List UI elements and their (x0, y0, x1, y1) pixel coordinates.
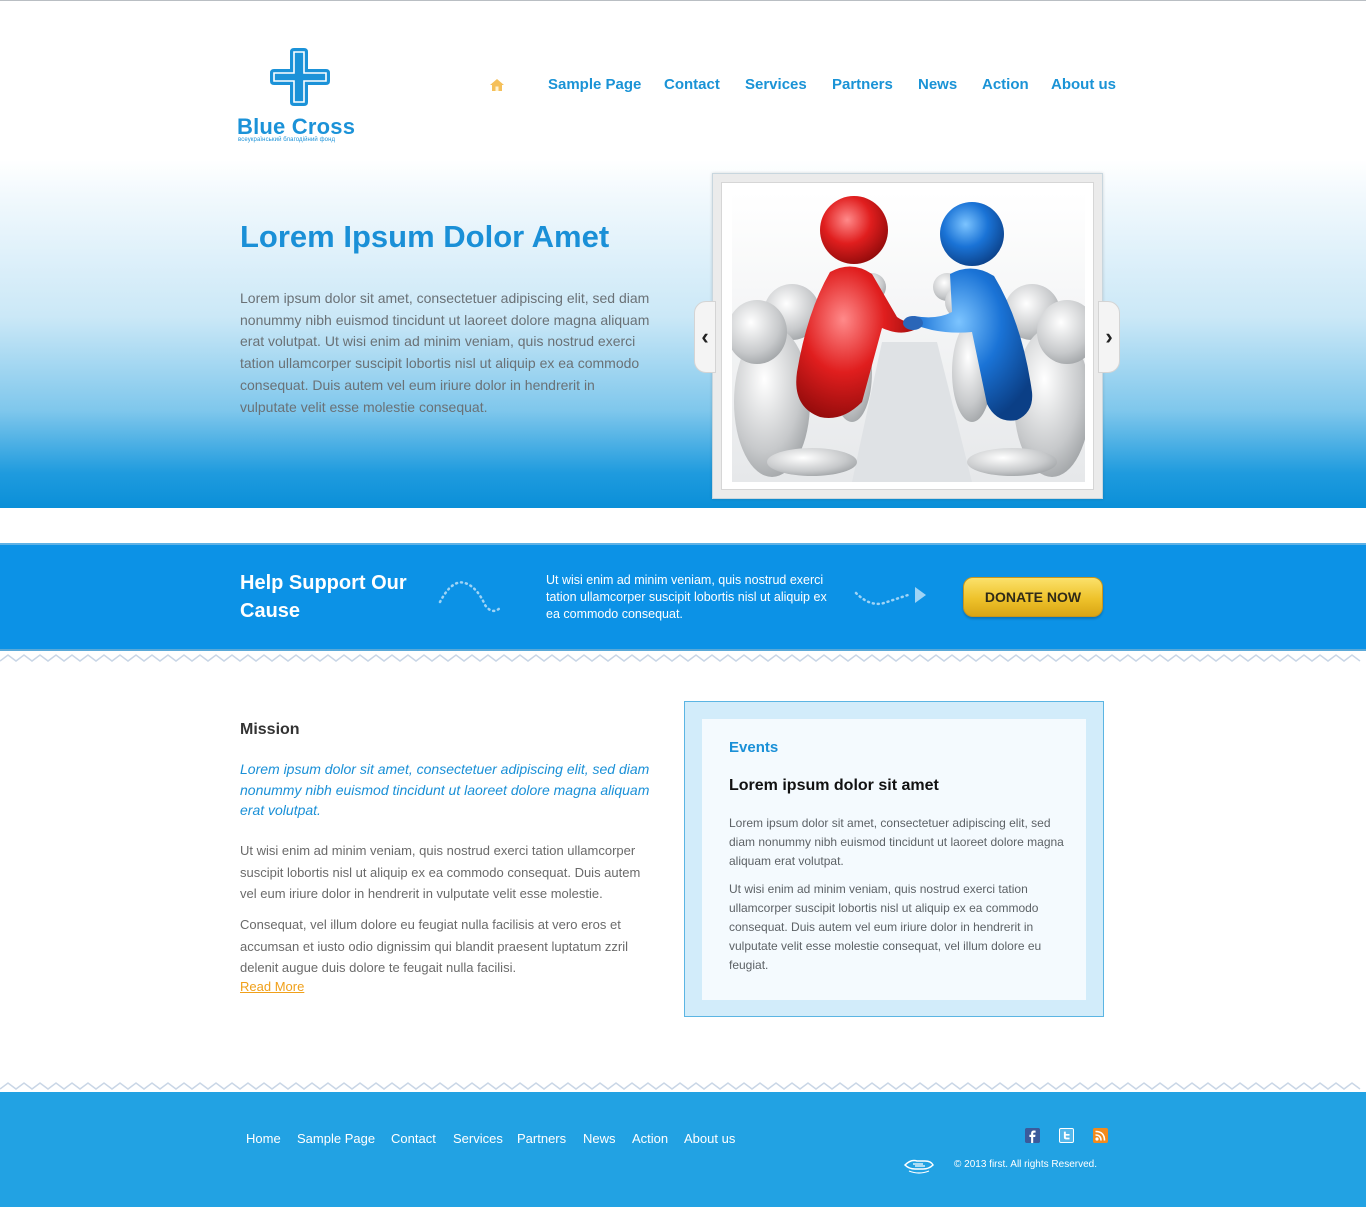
events-panel: Events Lorem ipsum dolor sit amet Lorem … (702, 719, 1086, 1000)
copyright-text: © 2013 first. All rights Reserved. (954, 1159, 1097, 1170)
donate-now-button[interactable]: DONATE NOW (963, 577, 1103, 617)
hero-text: Lorem ipsum dolor sit amet, consectetuer… (240, 290, 650, 415)
events-title: Events (729, 739, 779, 756)
twitter-icon[interactable] (1059, 1128, 1074, 1143)
logo-subtitle: всеукраїнський благодійний фонд (238, 137, 336, 143)
nav-partners[interactable]: Partners (832, 76, 893, 93)
footer: Home Sample Page Contact Services Partne… (0, 1092, 1366, 1207)
mission-paragraph: Ut wisi enim ad minim veniam, quis nostr… (240, 843, 641, 901)
mission-paragraph: Consequat, vel illum dolore eu feugiat n… (240, 917, 629, 975)
mission-lead: Lorem ipsum dolor sit amet, consectetuer… (240, 761, 650, 818)
support-title: Help Support Our Cause (240, 572, 407, 622)
hero-section: Lorem Ipsum Dolor Amet Lorem ipsum dolor… (0, 160, 1366, 508)
hero-title: Lorem Ipsum Dolor Amet (240, 219, 610, 254)
footer-nav-sample-page[interactable]: Sample Page (297, 1131, 375, 1146)
slider-next-button[interactable]: › (1098, 301, 1120, 373)
footer-nav-services[interactable]: Services (453, 1131, 503, 1146)
event-text: Lorem ipsum dolor sit amet, consectetuer… (729, 816, 1064, 868)
handshake-icon (903, 1159, 934, 1174)
cross-logo-icon (270, 48, 330, 106)
event-headline[interactable]: Lorem ipsum dolor sit amet (729, 777, 939, 795)
event-text: Ut wisi enim ad minim veniam, quis nostr… (729, 882, 1042, 972)
nav-sample-page[interactable]: Sample Page (548, 76, 641, 93)
read-more-link[interactable]: Read More (240, 979, 304, 994)
events-box: Events Lorem ipsum dolor sit amet Lorem … (684, 701, 1104, 1017)
dotted-arrow-decoration (854, 587, 926, 606)
footer-nav-about-us[interactable]: About us (684, 1131, 735, 1146)
footer-nav-home[interactable]: Home (246, 1131, 281, 1146)
slider-prev-button[interactable]: ‹ (694, 301, 716, 373)
nav-services[interactable]: Services (745, 76, 807, 93)
nav-news[interactable]: News (918, 76, 957, 93)
footer-nav-contact[interactable]: Contact (391, 1131, 436, 1146)
slider-frame (721, 182, 1094, 490)
footer-nav-partners[interactable]: Partners (517, 1131, 566, 1146)
rss-icon[interactable] (1093, 1128, 1108, 1143)
nav-contact[interactable]: Contact (664, 76, 720, 93)
image-slider (712, 173, 1103, 499)
mission-title: Mission (240, 721, 300, 738)
support-text: Ut wisi enim ad minim veniam, quis nostr… (546, 573, 827, 621)
dotted-curve-decoration (438, 581, 502, 613)
footer-nav-news[interactable]: News (583, 1131, 616, 1146)
zigzag-divider (0, 654, 1361, 662)
support-banner: Help Support Our Cause Ut wisi enim ad m… (0, 543, 1366, 651)
footer-nav-action[interactable]: Action (632, 1131, 668, 1146)
nav-about-us[interactable]: About us (1051, 76, 1116, 93)
zigzag-divider (0, 1082, 1361, 1090)
home-icon[interactable] (489, 77, 505, 93)
facebook-icon[interactable] (1025, 1128, 1040, 1143)
handshake-figures-image (732, 192, 1085, 482)
logo[interactable]: Blue Cross всеукраїнський благодійний фо… (237, 44, 377, 148)
top-border (0, 0, 1366, 1)
nav-action[interactable]: Action (982, 76, 1029, 93)
